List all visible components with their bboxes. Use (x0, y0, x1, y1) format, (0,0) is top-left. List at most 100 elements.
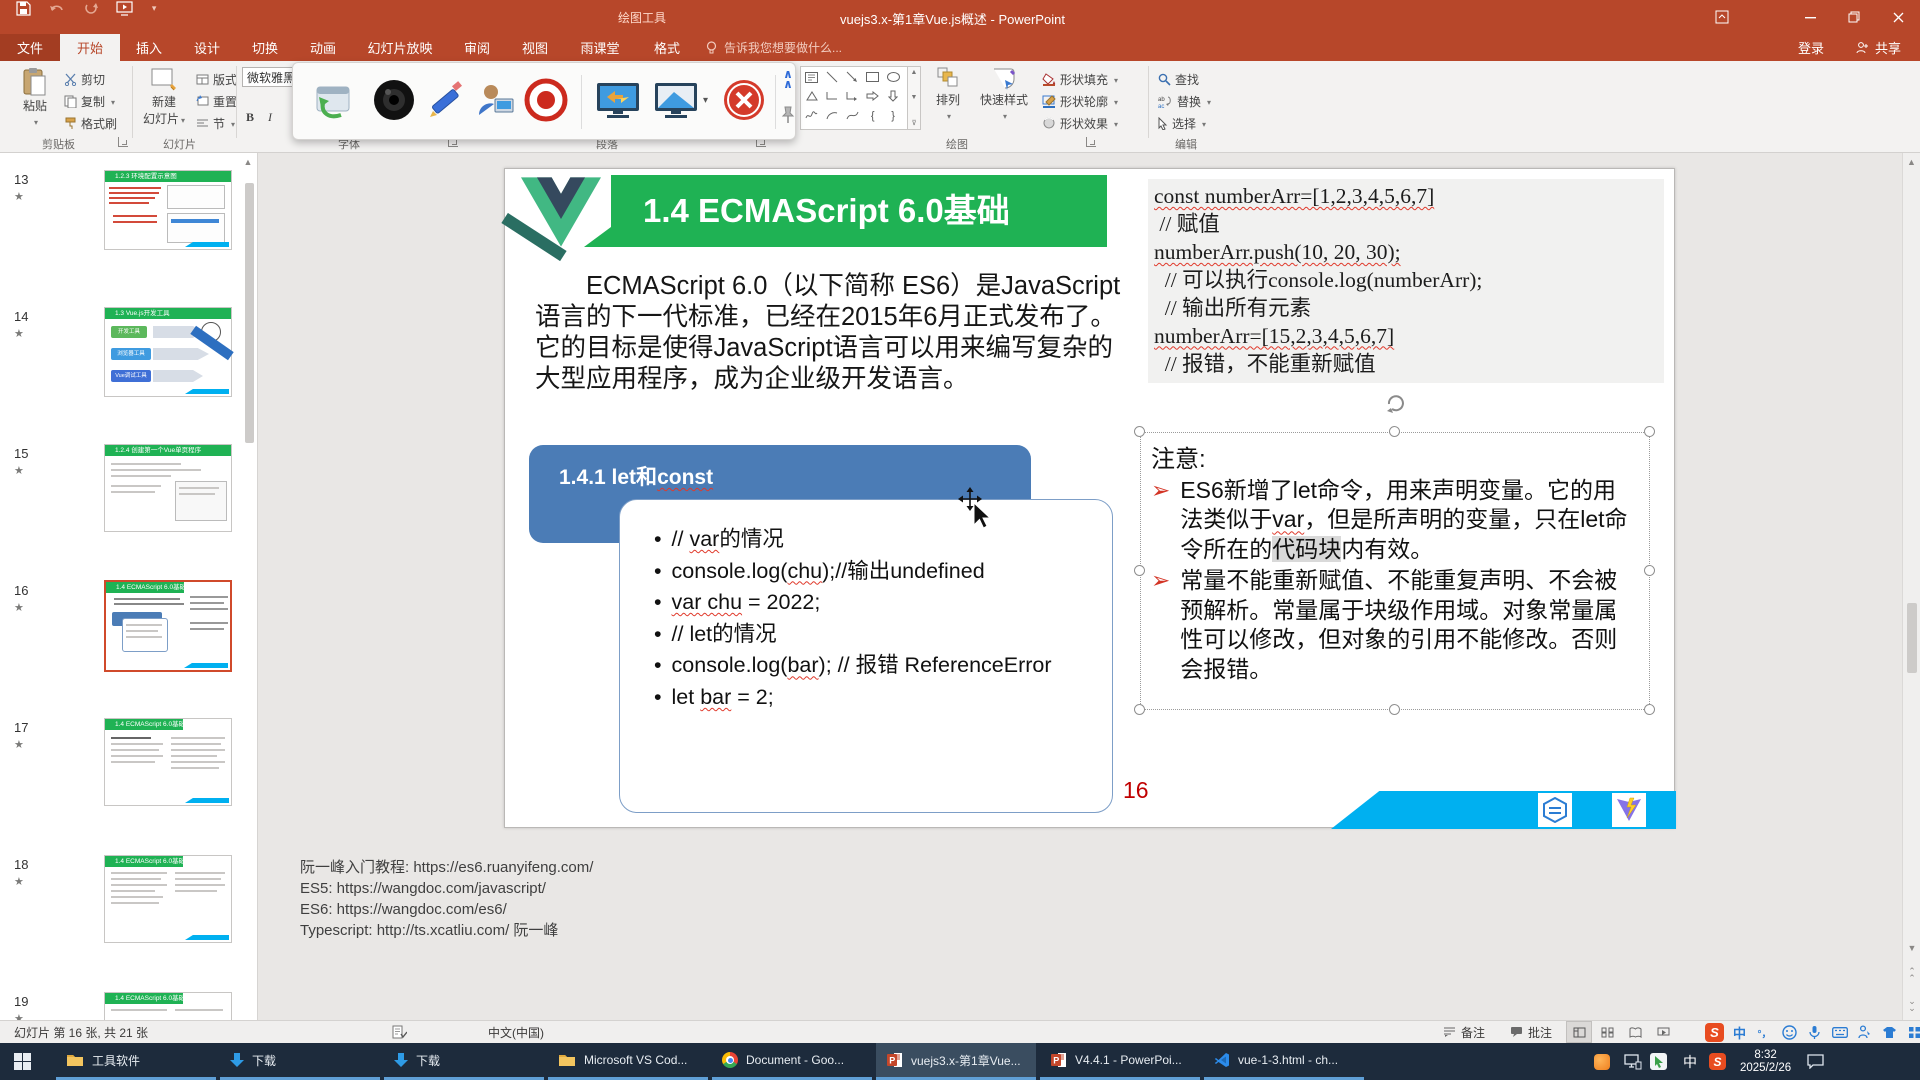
tab-yuketang[interactable]: 雨课堂 (564, 34, 636, 61)
notes-toggle-button[interactable]: 备注 (1443, 1021, 1485, 1043)
slide-title-banner[interactable]: 1.4 ECMAScript 6.0基础 (557, 175, 1107, 247)
save-icon[interactable] (16, 1, 31, 16)
shape-scribble-icon[interactable] (803, 108, 820, 124)
share-button[interactable]: 共享 (1836, 34, 1920, 61)
selection-handle[interactable] (1134, 565, 1145, 576)
start-button[interactable] (14, 1053, 31, 1070)
bold-button[interactable]: B (246, 107, 254, 127)
ribbon-display-options-button[interactable] (1700, 0, 1744, 34)
tray-ime-mode[interactable]: 中 (1683, 1052, 1697, 1072)
shapes-scroll-down-icon[interactable]: ▼ (911, 94, 918, 101)
shape-rectangle-icon[interactable] (864, 69, 881, 85)
scroll-up-icon[interactable]: ▲ (1903, 157, 1920, 167)
return-window-button[interactable] (311, 77, 357, 123)
shapes-gallery-scroll[interactable]: ▲ ▼ ⊽ (908, 66, 921, 130)
tellme-box[interactable]: 告诉我您想要做什么... (706, 34, 926, 61)
comments-toggle-button[interactable]: 批注 (1510, 1021, 1552, 1043)
tray-network-icon[interactable] (1624, 1054, 1642, 1070)
shapes-gallery[interactable]: { } (800, 66, 908, 130)
tab-slideshow[interactable]: 幻灯片放映 (352, 34, 448, 61)
taskbar-app-downloads-1[interactable]: 下载 (220, 1043, 380, 1080)
previous-slide-button[interactable]: ⌃⌃ (1903, 968, 1920, 982)
thumb-13[interactable]: 1.2.3 环境配置示意图 (104, 170, 232, 250)
section-button[interactable]: 节 (196, 113, 235, 133)
tab-design[interactable]: 设计 (178, 34, 236, 61)
slide-sorter-view-button[interactable] (1594, 1021, 1620, 1043)
shape-arc-icon[interactable] (823, 108, 840, 124)
shape-right-brace-icon[interactable]: } (885, 108, 902, 124)
reset-button[interactable]: 重置 (196, 91, 237, 111)
shape-triangle-icon[interactable] (803, 88, 820, 104)
tray-mouse-tool-icon[interactable] (1650, 1053, 1667, 1070)
tab-animations[interactable]: 动画 (294, 34, 352, 61)
record-button[interactable] (523, 77, 569, 123)
normal-view-button[interactable] (1566, 1021, 1592, 1043)
slide-counter[interactable]: 幻灯片 第 16 张, 共 21 张 (14, 1021, 148, 1043)
thumb-scrollbar[interactable] (245, 183, 254, 443)
ime-toolbox-icon[interactable] (1905, 1023, 1920, 1042)
undo-icon[interactable] (49, 2, 65, 16)
spellcheck-icon[interactable] (392, 1021, 407, 1043)
thumb-scroll-up[interactable]: ▲ (240, 157, 256, 167)
shape-fill-button[interactable]: 形状填充 (1042, 69, 1118, 89)
tab-transitions[interactable]: 切换 (236, 34, 294, 61)
screen-play-caret[interactable]: ▾ (703, 95, 708, 106)
quick-styles-button[interactable]: 快速样式 (975, 67, 1033, 122)
screen-share-button[interactable] (593, 77, 643, 123)
language-indicator[interactable]: 中文(中国) (488, 1021, 544, 1043)
ime-handwriting-icon[interactable] (1855, 1023, 1874, 1042)
shape-elbow-arrow-icon[interactable] (844, 88, 861, 104)
new-slide-button[interactable]: 新建幻灯片 (138, 67, 190, 127)
tab-file[interactable]: 文件 (0, 34, 60, 61)
tab-review[interactable]: 审阅 (448, 34, 506, 61)
slide-canvas[interactable]: 1.4 ECMAScript 6.0基础 ECMAScript 6.0（以下简称… (504, 168, 1675, 828)
arrange-button[interactable]: 排列 (928, 67, 968, 122)
minimize-button[interactable] (1788, 0, 1832, 34)
ime-keyboard-icon[interactable] (1830, 1023, 1849, 1042)
slideshow-view-button[interactable] (1650, 1021, 1676, 1043)
ime-mic-icon[interactable] (1805, 1023, 1824, 1042)
tab-format[interactable]: 格式 (636, 34, 698, 61)
taskbar-app-downloads-2[interactable]: 下载 (384, 1043, 544, 1080)
signin-button[interactable]: 登录 (1786, 34, 1836, 61)
tray-clock[interactable]: 8:322025/2/26 (1740, 1049, 1791, 1075)
ime-skin-icon[interactable] (1880, 1023, 1899, 1042)
selection-handle[interactable] (1644, 704, 1655, 715)
close-button[interactable] (1876, 0, 1920, 34)
shape-elbow-icon[interactable] (823, 88, 840, 104)
drawing-dialog-launcher[interactable] (1086, 137, 1096, 147)
copy-button[interactable]: 复制 (64, 91, 115, 111)
selection-handle[interactable] (1644, 565, 1655, 576)
clipboard-dialog-launcher[interactable] (118, 137, 128, 147)
tray-sogou-icon[interactable]: S (1709, 1053, 1726, 1070)
scrollbar-thumb[interactable] (1907, 603, 1917, 673)
taskbar-app-chrome[interactable]: Document - Goo... (712, 1043, 872, 1080)
sogou-ime-logo[interactable]: S (1705, 1023, 1724, 1042)
taskbar-app-powerpoint-2[interactable]: P V4.4.1 - PowerPoi... (1040, 1043, 1200, 1080)
pin-toolbar-button[interactable] (781, 105, 795, 125)
scroll-down-icon[interactable]: ▼ (1903, 943, 1920, 953)
selection-handle[interactable] (1389, 704, 1400, 715)
taskbar-app-vscode[interactable]: vue-1-3.html - ch... (1204, 1043, 1364, 1080)
shape-block-arrow-down-icon[interactable] (885, 88, 902, 104)
shape-outline-button[interactable]: 形状轮廓 (1042, 91, 1118, 111)
layout-button[interactable]: 版式 (196, 69, 247, 89)
notes-pane[interactable]: 阮一峰入门教程: https://es6.ruanyifeng.com/ ES5… (258, 840, 1902, 1020)
shape-left-brace-icon[interactable]: { (864, 108, 881, 124)
note-textbox-selected[interactable]: 注意: ➢ ES6新增了let命令，用来声明变量。它的用法类似于var，但是所声… (1140, 432, 1650, 710)
action-center-icon[interactable] (1807, 1054, 1824, 1069)
next-slide-button[interactable]: ⌄⌄ (1903, 998, 1920, 1012)
close-annotation-button[interactable] (721, 77, 767, 123)
start-slideshow-icon[interactable] (116, 1, 133, 16)
cut-button[interactable]: 剪切 (64, 69, 105, 89)
screen-play-button[interactable] (651, 77, 701, 123)
ime-punctuation[interactable]: °， (1755, 1023, 1774, 1042)
thumb-18[interactable]: 1.4 ECMAScript 6.0基础 (104, 855, 232, 943)
tab-insert[interactable]: 插入 (120, 34, 178, 61)
shape-line-icon[interactable] (823, 69, 840, 85)
pen-annotate-button[interactable] (423, 77, 469, 123)
format-painter-button[interactable]: 格式刷 (64, 113, 117, 133)
reading-view-button[interactable] (1622, 1021, 1648, 1043)
shape-textbox-icon[interactable] (803, 69, 820, 85)
camera-lens-button[interactable] (371, 77, 417, 123)
